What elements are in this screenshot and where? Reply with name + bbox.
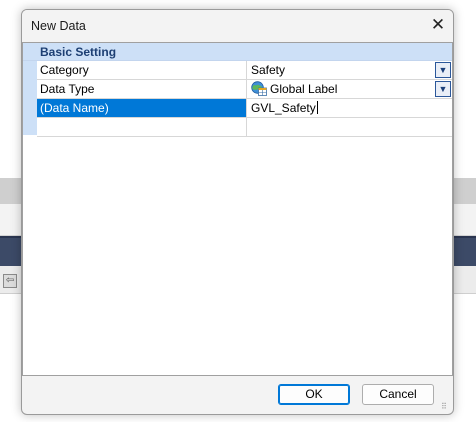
property-row-data-type[interactable]: Data Type Global Label ▼ bbox=[37, 80, 452, 99]
property-grid-margin bbox=[23, 61, 37, 135]
property-name bbox=[37, 118, 247, 136]
text-caret bbox=[316, 101, 318, 114]
property-row-category[interactable]: Category Safety ▼ bbox=[37, 61, 452, 80]
property-grid: Basic Setting Category Safety ▼ Data Typ… bbox=[22, 42, 453, 376]
property-name: Data Type bbox=[37, 80, 247, 98]
new-data-dialog: New Data ✕ Basic Setting Category Safety… bbox=[21, 9, 454, 415]
property-category-row[interactable]: Basic Setting bbox=[23, 43, 452, 61]
resize-grip-icon[interactable]: ⠿ bbox=[441, 402, 451, 412]
property-row-empty[interactable] bbox=[37, 118, 452, 137]
property-value: Safety bbox=[251, 63, 286, 77]
dialog-titlebar[interactable]: New Data ✕ bbox=[22, 10, 453, 42]
property-value: GVL_Safety bbox=[251, 101, 316, 115]
dialog-title: New Data bbox=[31, 19, 86, 33]
close-icon[interactable]: ✕ bbox=[423, 10, 453, 40]
chevron-down-icon[interactable]: ▼ bbox=[435, 81, 451, 97]
property-row-data-name[interactable]: (Data Name) GVL_Safety bbox=[37, 99, 452, 118]
cancel-button[interactable]: Cancel bbox=[362, 384, 434, 405]
data-name-input[interactable]: GVL_Safety bbox=[248, 99, 452, 117]
ok-button[interactable]: OK bbox=[278, 384, 350, 405]
property-category-label: Basic Setting bbox=[40, 45, 117, 59]
globe-table-icon bbox=[251, 81, 267, 96]
property-value-cell[interactable] bbox=[248, 118, 452, 136]
property-value-cell[interactable]: Safety ▼ bbox=[248, 61, 452, 79]
property-value: Global Label bbox=[270, 82, 338, 96]
background-toolbar-icon[interactable]: ⇦ bbox=[3, 274, 17, 288]
property-name: (Data Name) bbox=[37, 99, 247, 117]
property-value-cell[interactable]: Global Label ▼ bbox=[248, 80, 452, 98]
chevron-down-icon[interactable]: ▼ bbox=[435, 62, 451, 78]
property-name: Category bbox=[37, 61, 247, 79]
